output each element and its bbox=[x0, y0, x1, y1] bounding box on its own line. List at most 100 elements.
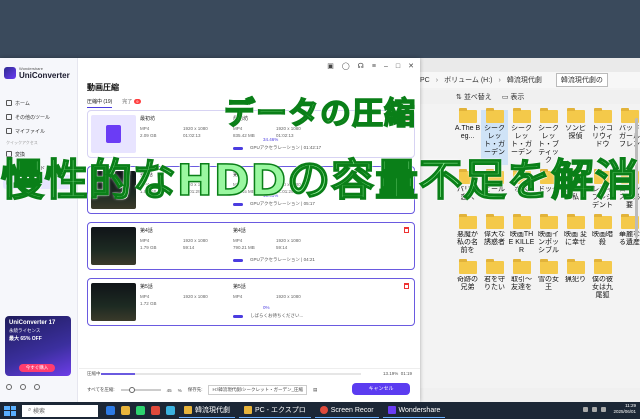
folder-item[interactable]: 君を守りたい bbox=[481, 259, 508, 300]
current-folder-tab[interactable]: 韓流現代劇の bbox=[555, 73, 608, 87]
address-bar[interactable]: PC › ボリューム (H:) › 韓流現代劇 韓流現代劇の bbox=[406, 72, 640, 88]
folder-item[interactable]: 映画インポッシブル bbox=[535, 214, 562, 255]
folder-icon bbox=[539, 259, 558, 274]
promo-discount: 最大 65% OFF bbox=[9, 336, 42, 342]
app-logo: Wondershare UniConverter bbox=[4, 66, 70, 80]
slider-knob[interactable] bbox=[128, 387, 135, 393]
promo-banner[interactable]: UniConverter 17 永続ライセンス 最大 65% OFF 今すぐ購入 bbox=[5, 316, 71, 376]
headset-icon[interactable]: ☊ bbox=[358, 62, 364, 70]
source-format: MP4 bbox=[140, 238, 150, 243]
headline-title: データの圧縮 bbox=[223, 95, 416, 133]
breadcrumb-volume[interactable]: ボリューム (H:) bbox=[444, 75, 492, 85]
folder-item[interactable]: 映画THE KILLER bbox=[508, 214, 535, 255]
app-icon[interactable] bbox=[166, 406, 175, 415]
folder-item[interactable]: 猟犯り bbox=[562, 259, 589, 300]
output-label: 保存先: bbox=[187, 387, 203, 392]
compress-task[interactable]: 第4話 MP4 1.79 GB 1920 x 1080 59:14 第4話 MP4 790.2… bbox=[87, 222, 415, 270]
folder-label: 猟犯り bbox=[565, 276, 586, 283]
system-tray bbox=[583, 407, 606, 412]
folder-item[interactable]: 奇跡の兄弟 bbox=[454, 259, 481, 300]
tray-icon[interactable] bbox=[583, 407, 588, 412]
account-icon[interactable] bbox=[6, 384, 12, 390]
taskbar-item-screen-recorder[interactable]: Screen Recor bbox=[314, 403, 379, 418]
folder-icon bbox=[566, 259, 585, 274]
minimize-button[interactable]: – bbox=[384, 63, 388, 70]
folder-label: 悪魔が私の名前を bbox=[457, 231, 478, 254]
output-name: 第4話 bbox=[233, 228, 246, 234]
cancel-button[interactable]: キャンセル bbox=[352, 383, 410, 395]
folder-item[interactable]: 雪の女王 bbox=[535, 259, 562, 300]
source-name: 第4話 bbox=[140, 228, 153, 234]
browser-icon[interactable] bbox=[136, 406, 145, 415]
folder-item[interactable]: 偉大な誘惑者 bbox=[481, 214, 508, 255]
trash-icon[interactable] bbox=[404, 283, 409, 289]
folder-item[interactable]: 映画 変に幸せ bbox=[562, 214, 589, 255]
taskbar-item-explorer-2[interactable]: PC - エクスプロ bbox=[239, 403, 311, 418]
promo-line: 永続ライセンス bbox=[9, 328, 41, 333]
explorer-icon[interactable] bbox=[121, 406, 130, 415]
source-size: 2.09 GB bbox=[140, 133, 157, 138]
source-size: 1.72 GB bbox=[140, 301, 157, 306]
output-meta-2: 1920 x 1080 bbox=[276, 293, 301, 300]
settings-icon[interactable] bbox=[34, 384, 40, 390]
taskbar-item-label: 韓流現代劇 bbox=[195, 407, 230, 414]
app-icon[interactable] bbox=[151, 406, 160, 415]
breadcrumb-folder[interactable]: 韓流現代劇 bbox=[507, 75, 542, 85]
close-button[interactable]: ✕ bbox=[408, 62, 414, 70]
source-name: 第5話 bbox=[140, 284, 153, 290]
folder-icon bbox=[244, 406, 252, 414]
overall-label: 圧縮中 bbox=[87, 371, 101, 376]
taskbar-item-wondershare[interactable]: Wondershare bbox=[382, 403, 446, 418]
quality-slider[interactable] bbox=[120, 387, 161, 393]
clock[interactable]: 11:29 2025/06/01 bbox=[613, 403, 636, 415]
folder-item[interactable]: 悪魔が私の名前を bbox=[454, 214, 481, 255]
support-icon[interactable] bbox=[20, 384, 26, 390]
folder-label: 映画暗殺 bbox=[592, 231, 613, 246]
maximize-button[interactable]: □ bbox=[396, 63, 400, 70]
window-controls: ▣ ◯ ☊ ≡ – □ ✕ bbox=[327, 62, 414, 71]
folder-item[interactable]: 僕の彼女は九尾狐 bbox=[589, 259, 616, 300]
brand-name: UniConverter bbox=[19, 71, 70, 80]
gift-icon[interactable]: ▣ bbox=[327, 62, 334, 70]
record-icon bbox=[319, 406, 328, 414]
network-icon[interactable] bbox=[592, 407, 597, 412]
folder-label: 映画 変に幸せ bbox=[564, 231, 587, 246]
output-meta: MP4 bbox=[233, 293, 242, 300]
windows-start-icon[interactable] bbox=[4, 405, 16, 416]
overall-status: 13.19% 01:19 bbox=[383, 371, 412, 377]
folder-label: 奇跡の兄弟 bbox=[457, 276, 478, 291]
output-size: 790.21 MB bbox=[233, 245, 255, 250]
video-thumbnail bbox=[91, 227, 136, 265]
volume-icon[interactable] bbox=[601, 407, 606, 412]
overall-progress-row: 圧縮中 13.19% 01:19 bbox=[87, 371, 412, 377]
taskbar-item-label: Wondershare bbox=[398, 406, 441, 414]
folder-label: 映画THE KILLER bbox=[508, 231, 535, 254]
clock-date: 2025/06/01 bbox=[613, 409, 636, 414]
output-path-field[interactable]: H:\韓流現代劇\シークレット・ガーデン_圧縮 bbox=[208, 385, 307, 395]
sidebar-footer bbox=[6, 384, 40, 390]
folder-open-icon[interactable]: ▤ bbox=[313, 387, 317, 393]
folder-label: 僕の彼女は九尾狐 bbox=[592, 276, 613, 299]
output-resolution: 1920 x 1080 bbox=[276, 238, 301, 243]
menu-icon[interactable]: ≡ bbox=[372, 63, 376, 70]
uniconverter-logo-icon bbox=[4, 67, 16, 79]
source-resolution: 1920 x 1080 bbox=[183, 238, 208, 243]
source-meta-2: 1920 x 1080 bbox=[183, 293, 208, 300]
taskbar-item-explorer-1[interactable]: 韓流現代劇 bbox=[179, 403, 235, 418]
task-view-icon[interactable] bbox=[106, 406, 115, 415]
task-percent: 34.46% bbox=[263, 137, 279, 142]
trash-icon[interactable] bbox=[404, 227, 409, 233]
taskbar-search[interactable]: ⌕ 検索 bbox=[22, 404, 98, 417]
chevron-right-icon: › bbox=[498, 76, 501, 84]
folder-item[interactable]: 映画暗殺 bbox=[589, 214, 616, 255]
output-format: MP4 bbox=[233, 294, 243, 299]
output-duration: 01:02:13 bbox=[276, 133, 294, 138]
account-icon[interactable]: ◯ bbox=[342, 62, 350, 70]
folder-icon bbox=[512, 259, 531, 274]
folder-label: 取引～友達を bbox=[511, 276, 532, 291]
breadcrumb-pc[interactable]: PC bbox=[420, 77, 430, 84]
source-duration: 59:14 bbox=[183, 245, 195, 250]
folder-item[interactable]: 取引～友達を bbox=[508, 259, 535, 300]
compress-task[interactable]: 第5話 MP4 1.72 GB 1920 x 1080 第5話 MP4 1920 x 108… bbox=[87, 278, 415, 326]
buy-now-button[interactable]: 今すぐ購入 bbox=[19, 364, 55, 372]
